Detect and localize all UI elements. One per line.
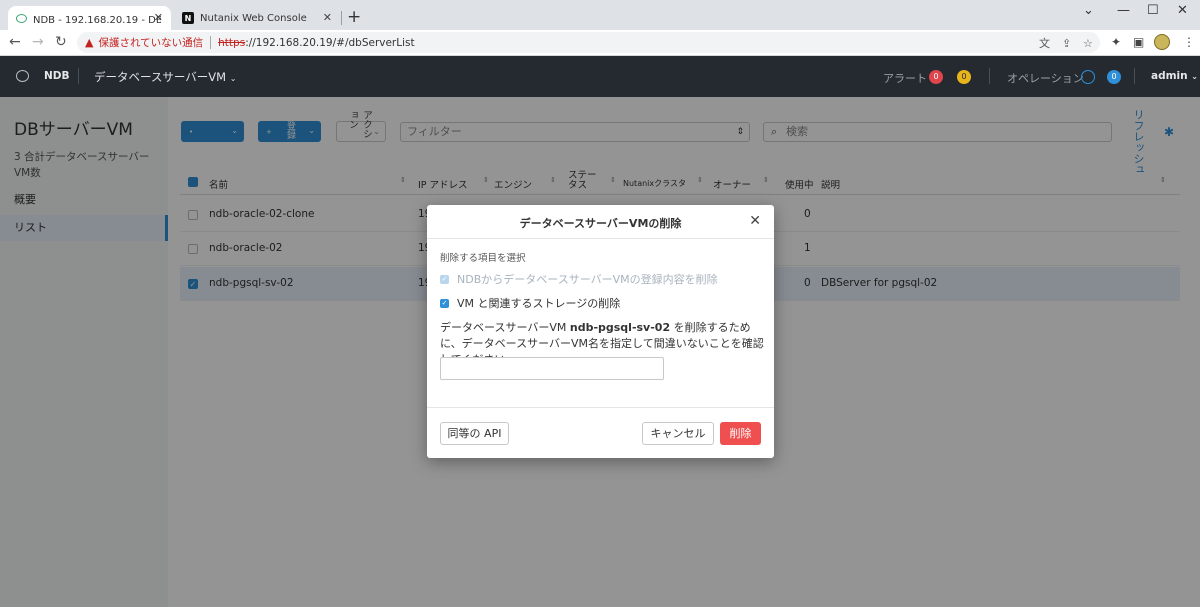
ndb-logo-icon (16, 70, 29, 82)
delete-storage-checkbox[interactable]: ✓ (440, 298, 449, 308)
unregister-option-label: NDBからデータベースサーバーVMの登録内容を削除 (457, 273, 718, 286)
warning-triangle-icon: ▲ (85, 36, 94, 49)
browser-tab-nutanix[interactable]: N Nutanix Web Console ✕ (174, 6, 340, 30)
new-tab-icon[interactable]: + (347, 8, 361, 26)
vm-name-confirm-input[interactable] (440, 357, 664, 380)
user-name: admin (1151, 70, 1188, 82)
app-brand[interactable]: NDB (44, 70, 70, 82)
header-divider (78, 68, 79, 84)
dialog-header: データベースサーバーVMの削除 ✕ (427, 205, 774, 239)
unregister-checkbox: ✓ (440, 274, 449, 284)
cancel-button[interactable]: キャンセル (642, 422, 714, 445)
operations-label[interactable]: オペレーション (1007, 70, 1084, 86)
operations-spinner-icon (1081, 70, 1095, 84)
security-warning-text[interactable]: 保護されていない通信 (98, 35, 203, 50)
browser-tab-title: NDB - 192.168.20.19 - DBサーバーVM (33, 14, 161, 26)
tab-divider (341, 11, 342, 25)
user-menu[interactable]: admin ⌄ (1151, 70, 1198, 82)
alerts-label[interactable]: アラート (883, 70, 927, 86)
profile-avatar-icon[interactable] (1154, 34, 1170, 50)
address-bar[interactable]: ▲ 保護されていない通信 https ://192.168.20.19/#/db… (77, 32, 1100, 53)
delete-button[interactable]: 削除 (720, 422, 761, 445)
kebab-menu-icon[interactable]: ⋮ (1183, 35, 1195, 49)
bookmark-star-icon[interactable]: ☆ (1083, 38, 1093, 50)
back-arrow-icon[interactable]: ← (9, 35, 21, 50)
chevron-down-icon: ⌄ (1191, 72, 1198, 81)
reload-icon[interactable]: ↻ (55, 35, 67, 50)
delete-storage-checkbox-row[interactable]: ✓ VM と関連するストレージの削除 (440, 295, 620, 311)
ndb-favicon-icon (16, 13, 27, 23)
browser-tabstrip: NDB - 192.168.20.19 - DBサーバーVM ✕ N Nutan… (0, 0, 1200, 30)
app-header: NDB データベースサーバーVM ⌄ アラート 0 0 オペレーション 0 ad… (0, 56, 1200, 97)
section-dropdown[interactable]: データベースサーバーVM ⌄ (94, 69, 236, 85)
dialog-title: データベースサーバーVMの削除 (519, 217, 682, 230)
delete-storage-option-label[interactable]: VM と関連するストレージの削除 (457, 295, 620, 311)
tab-search-chevron-icon[interactable]: ⌄ (1083, 4, 1094, 18)
critical-alerts-badge[interactable]: 0 (929, 70, 943, 84)
browser-toolbar: ← → ↻ ▲ 保護されていない通信 https ://192.168.20.1… (0, 30, 1200, 56)
close-icon[interactable]: ✕ (323, 11, 332, 24)
operations-badge[interactable]: 0 (1107, 70, 1121, 84)
chevron-down-icon: ⌄ (229, 74, 237, 83)
extensions-puzzle-icon[interactable]: ✦ (1111, 35, 1121, 49)
window-close-icon[interactable]: ✕ (1177, 4, 1188, 18)
confirm-vm-name: ndb-pgsql-sv-02 (569, 321, 671, 334)
url-protocol: https (218, 36, 246, 49)
section-title: データベースサーバーVM (94, 70, 227, 84)
browser-tab-ndb[interactable]: NDB - 192.168.20.19 - DBサーバーVM ✕ (8, 6, 171, 30)
unregister-checkbox-row: ✓ NDBからデータベースサーバーVMの登録内容を削除 (440, 271, 718, 287)
close-icon[interactable]: ✕ (749, 213, 761, 229)
translate-icon[interactable]: 文 (1039, 38, 1050, 50)
side-panel-icon[interactable]: ▣ (1133, 35, 1144, 49)
omnibox-divider (210, 36, 212, 49)
confirm-prefix: データベースサーバーVM (440, 321, 570, 334)
section-label: 削除する項目を選択 (440, 253, 526, 264)
header-divider (1134, 68, 1135, 84)
minimize-icon[interactable]: — (1117, 4, 1130, 18)
url-text: ://192.168.20.19/#/dbServerList (245, 36, 415, 49)
header-divider (989, 68, 990, 84)
browser-tab-title: Nutanix Web Console (200, 12, 307, 24)
share-icon[interactable]: ⇪ (1062, 38, 1071, 50)
maximize-icon[interactable]: ☐ (1147, 4, 1159, 18)
forward-arrow-icon[interactable]: → (32, 35, 44, 50)
warning-alerts-badge[interactable]: 0 (957, 70, 971, 84)
nutanix-favicon-icon: N (182, 12, 194, 24)
equivalent-api-button[interactable]: 同等の API (440, 422, 509, 445)
delete-vm-dialog: データベースサーバーVMの削除 ✕ 削除する項目を選択 ✓ NDBからデータベー… (427, 205, 774, 458)
dialog-footer: 同等の API キャンセル 削除 (427, 407, 774, 458)
close-icon[interactable]: ✕ (154, 11, 163, 24)
